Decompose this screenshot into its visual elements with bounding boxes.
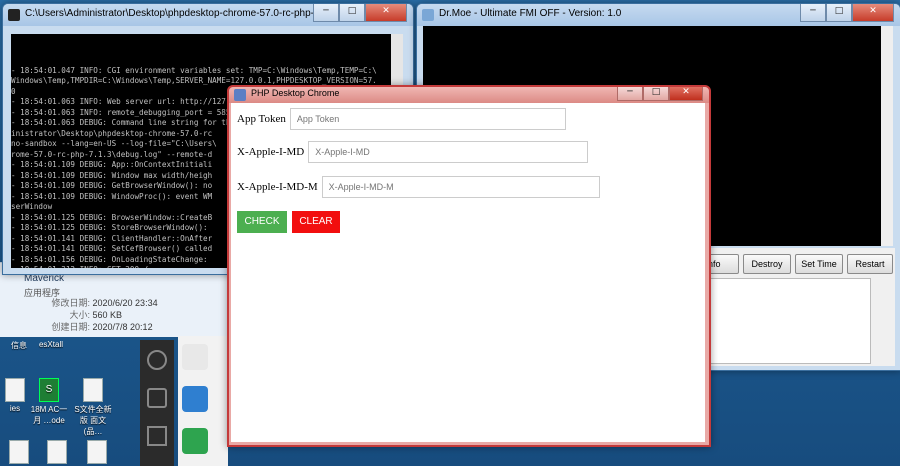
- close-button[interactable]: ✕: [365, 4, 407, 22]
- php-title: PHP Desktop Chrome: [251, 88, 340, 98]
- app-icon[interactable]: [182, 386, 208, 412]
- meta-created: 创建日期: 2020/7/8 20:12: [51, 322, 153, 332]
- apple-i-md-m-label: X-Apple-I-MD-M: [237, 181, 318, 193]
- apple-i-md-input[interactable]: [308, 141, 589, 163]
- desktop-icon-doc-2[interactable]: [0, 440, 38, 466]
- phone-sidebar: [140, 340, 174, 466]
- clear-button[interactable]: CLEAR: [292, 211, 340, 233]
- check-button[interactable]: CHECK: [237, 211, 287, 233]
- close-button[interactable]: ✕: [669, 87, 703, 101]
- console-icon: [8, 9, 20, 21]
- minimize-button[interactable]: ─: [617, 87, 643, 101]
- restart-button[interactable]: Restart: [847, 254, 893, 274]
- app-list: [178, 336, 228, 466]
- apple-i-md-m-input[interactable]: [321, 176, 600, 198]
- app-token-row: App Token: [237, 108, 566, 130]
- php-app-icon: [234, 89, 246, 101]
- app-token-label: App Token: [237, 113, 286, 125]
- minimize-button[interactable]: ─: [800, 4, 826, 22]
- apple-i-md-m-row: X-Apple-I-MD-M: [237, 176, 600, 198]
- menu-icon[interactable]: [147, 426, 167, 446]
- document-icon: [47, 440, 67, 464]
- app-token-input[interactable]: [289, 108, 566, 130]
- maximize-button[interactable]: □: [826, 4, 852, 22]
- desktop-icon-doc-3[interactable]: [38, 440, 76, 466]
- app-icon[interactable]: [182, 428, 208, 454]
- php-content: App Token X-Apple-I-MD X-Apple-I-MD-M CH…: [231, 103, 705, 442]
- desktop-icon-install[interactable]: esXtall: [32, 340, 70, 349]
- drmoe-app-icon: [422, 9, 434, 21]
- drmoe-titlebar[interactable]: Dr.Moe - Ultimate FMI OFF - Version: 1.0…: [417, 4, 900, 26]
- excel-icon: S: [39, 378, 59, 402]
- desktop-icon-doc-4[interactable]: [78, 440, 116, 466]
- php-titlebar[interactable]: PHP Desktop Chrome ─ □ ✕: [229, 87, 709, 103]
- destroy-button[interactable]: Destroy: [743, 254, 791, 274]
- minimize-button[interactable]: ─: [313, 4, 339, 22]
- desktop-icon-document[interactable]: S文件全新版 面文(品…: [74, 378, 112, 437]
- console-line: - 18:54:01.047 INFO: CGI environment var…: [11, 65, 377, 75]
- document-icon: [87, 440, 107, 464]
- maximize-button[interactable]: □: [643, 87, 669, 101]
- set-time-button[interactable]: Set Time: [795, 254, 843, 274]
- apple-i-md-row: X-Apple-I-MD: [237, 141, 589, 163]
- maximize-button[interactable]: □: [339, 4, 365, 22]
- document-icon: [83, 378, 103, 402]
- desktop-icon-ies[interactable]: ies: [0, 378, 34, 413]
- close-button[interactable]: ✕: [852, 4, 894, 22]
- compass-icon[interactable]: [147, 350, 167, 370]
- drmoe-title: Dr.Moe - Ultimate FMI OFF - Version: 1.0: [439, 8, 622, 19]
- php-desktop-window: PHP Desktop Chrome ─ □ ✕ App Token X-App…: [227, 85, 711, 447]
- drmoe-scrollbar[interactable]: [881, 26, 893, 246]
- phone-icon[interactable]: [147, 388, 167, 408]
- document-icon: [9, 440, 29, 464]
- desktop-icon-excel[interactable]: S 18M AC一月 …ode: [30, 378, 68, 426]
- apple-i-md-label: X-Apple-I-MD: [237, 146, 305, 158]
- document-icon: [5, 378, 25, 402]
- console-title: C:\Users\Administrator\Desktop\phpdeskto…: [25, 8, 325, 19]
- app-icon[interactable]: [182, 344, 208, 370]
- console-titlebar[interactable]: C:\Users\Administrator\Desktop\phpdeskto…: [3, 4, 413, 26]
